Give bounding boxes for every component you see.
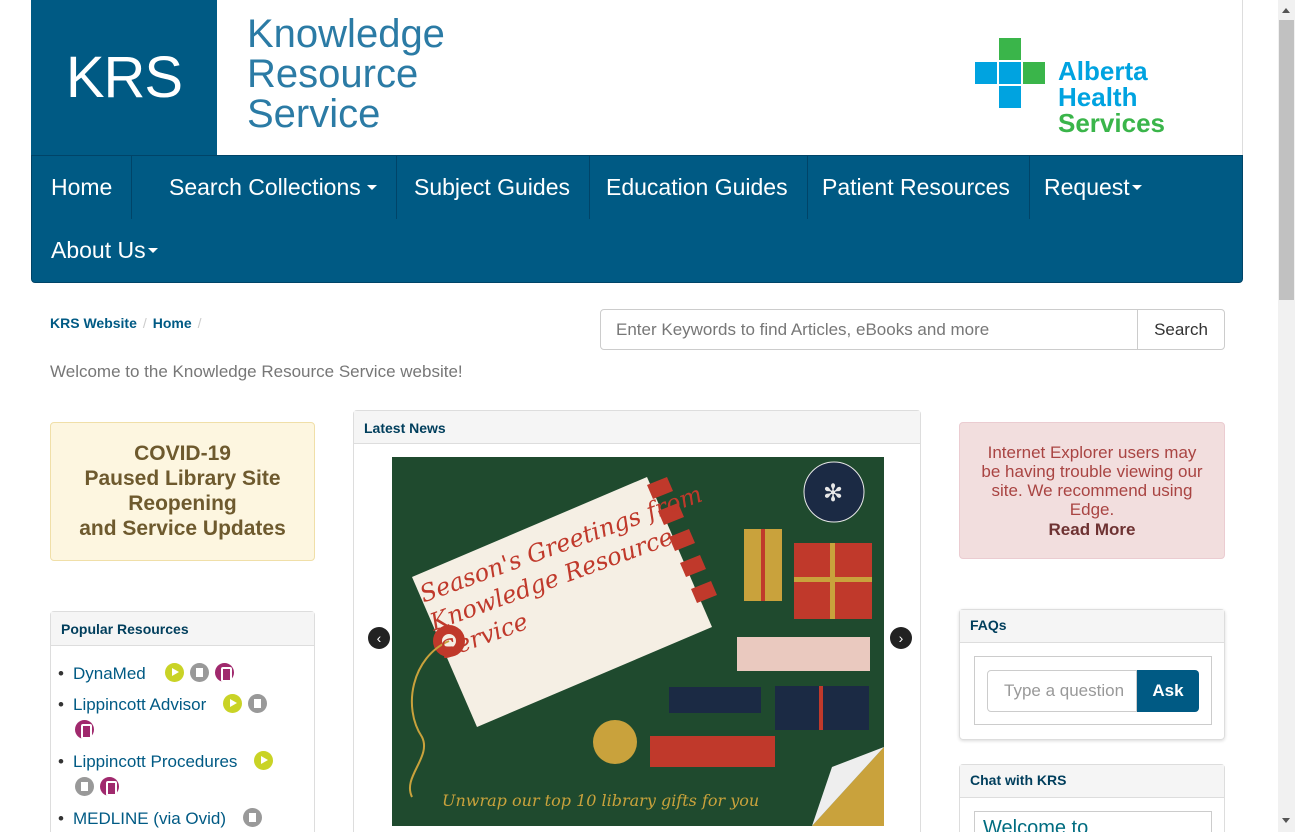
ahs-name-line: Alberta Health [1058,56,1148,112]
nav-about-us[interactable]: About Us [32,219,177,282]
ie-notice: Internet Explorer users may be having tr… [959,422,1225,559]
ahs-cross-icon [975,38,1045,108]
nav-patient-resources[interactable]: Patient Resources [803,156,1030,219]
covid-line: and Service Updates [79,517,286,540]
nav-home[interactable]: Home [32,156,133,219]
covid-notice[interactable]: COVID-19 Paused Library Site Reopening a… [50,422,315,561]
panel-title: Popular Resources [51,612,314,646]
resource-link-lippincott-advisor[interactable]: Lippincott Advisor [73,695,206,714]
scroll-down-icon[interactable] [1282,818,1290,823]
list-item: Lippincott Advisor [58,692,314,744]
breadcrumb-separator: / [142,315,147,331]
resource-link-lippincott-procedures[interactable]: Lippincott Procedures [73,752,237,771]
nav-label: Request [1044,174,1130,200]
caret-down-icon [147,248,158,253]
scroll-up-icon[interactable] [1282,8,1290,13]
chevron-right-icon: › [898,630,904,646]
faq-search-box: Type a question Ask [974,656,1212,725]
nav-label: About Us [51,237,146,263]
caret-down-icon [1131,185,1142,190]
video-icon[interactable] [254,751,274,771]
panel-title: Latest News [354,411,920,444]
list-item: DynaMed [58,661,314,687]
nav-request[interactable]: Request [1025,156,1161,219]
chat-widget[interactable]: Welcome to [974,811,1212,832]
nav-label: Home [51,174,113,200]
mobile-icon[interactable] [214,663,234,683]
logo-abbr: KRS [65,45,183,110]
page-scrollbar[interactable] [1278,0,1295,832]
document-icon[interactable] [242,808,262,828]
list-item: Lippincott Procedures [58,749,314,801]
nav-label: Subject Guides [414,174,570,200]
search-button[interactable]: Search [1137,309,1225,350]
carousel-prev-button[interactable]: ‹ [368,627,390,649]
popular-resources-panel: Popular Resources DynaMed Lippincott Adv… [50,611,315,832]
main-nav: Home Search Collections Subject Guides E… [31,155,1243,283]
resource-link-dynamed[interactable]: DynaMed [73,664,146,683]
nav-subject-guides[interactable]: Subject Guides [395,156,590,219]
caret-down-icon [366,185,377,190]
search-input[interactable]: Enter Keywords to find Articles, eBooks … [600,309,1138,350]
carousel-next-button[interactable]: › [890,627,912,649]
mobile-icon[interactable] [100,777,119,797]
covid-line: Paused Library Site [84,467,281,490]
breadcrumb-home[interactable]: Home [153,315,192,331]
faqs-panel: FAQs Type a question Ask [959,609,1225,740]
list-item: MEDLINE (via Ovid) [58,806,314,832]
document-icon[interactable] [75,777,94,797]
document-icon[interactable] [247,694,267,714]
breadcrumb: KRS Website / Home / [50,315,208,331]
nav-label: Search Collections [169,174,361,200]
slide-bottom-text: Unwrap our top 10 library gifts for you [442,791,760,810]
panel-title: FAQs [960,610,1224,643]
ahs-logo[interactable]: Alberta Health Services [975,38,1215,136]
site-name-line: Service [247,92,381,136]
site-name[interactable]: Knowledge Resource Service [247,14,445,134]
faq-question-input[interactable]: Type a question [987,670,1137,712]
scrollbar-thumb[interactable] [1279,20,1294,300]
nav-search-collections[interactable]: Search Collections [150,156,397,219]
welcome-text: Welcome to the Knowledge Resource Servic… [50,362,463,381]
latest-news-panel: Latest News ✻ Season's Greetings from Kn… [353,410,921,832]
covid-line: Reopening [128,492,237,515]
covid-line: COVID-19 [134,442,231,465]
ask-button[interactable]: Ask [1137,670,1199,712]
read-more-link[interactable]: Read More [978,520,1206,539]
panel-title: Chat with KRS [960,765,1224,798]
site-name-line: Resource [247,52,419,96]
svg-text:✻: ✻ [823,479,843,507]
nav-label: Education Guides [606,174,788,200]
site-header: KRS Knowledge Resource Service Alberta H… [31,0,1243,155]
site-name-line: Knowledge [247,12,445,56]
ahs-name-line: Services [1058,108,1165,138]
chat-welcome-text: Welcome to [983,817,1089,832]
resource-link-medline[interactable]: MEDLINE (via Ovid) [73,809,226,828]
ie-notice-text: Internet Explorer users may be having tr… [981,443,1203,519]
krs-logo[interactable]: KRS [31,0,217,155]
breadcrumb-separator: / [197,315,202,331]
video-icon[interactable] [222,694,242,714]
chat-panel: Chat with KRS Welcome to [959,764,1225,832]
document-icon[interactable] [189,663,209,683]
mobile-icon[interactable] [75,720,94,740]
news-slide-image[interactable]: ✻ Season's Greetings from Knowledge Reso… [392,457,884,826]
nav-education-guides[interactable]: Education Guides [587,156,808,219]
video-icon[interactable] [164,663,184,683]
chevron-left-icon: ‹ [376,630,382,646]
nav-label: Patient Resources [822,174,1010,200]
breadcrumb-krs-website[interactable]: KRS Website [50,315,137,331]
